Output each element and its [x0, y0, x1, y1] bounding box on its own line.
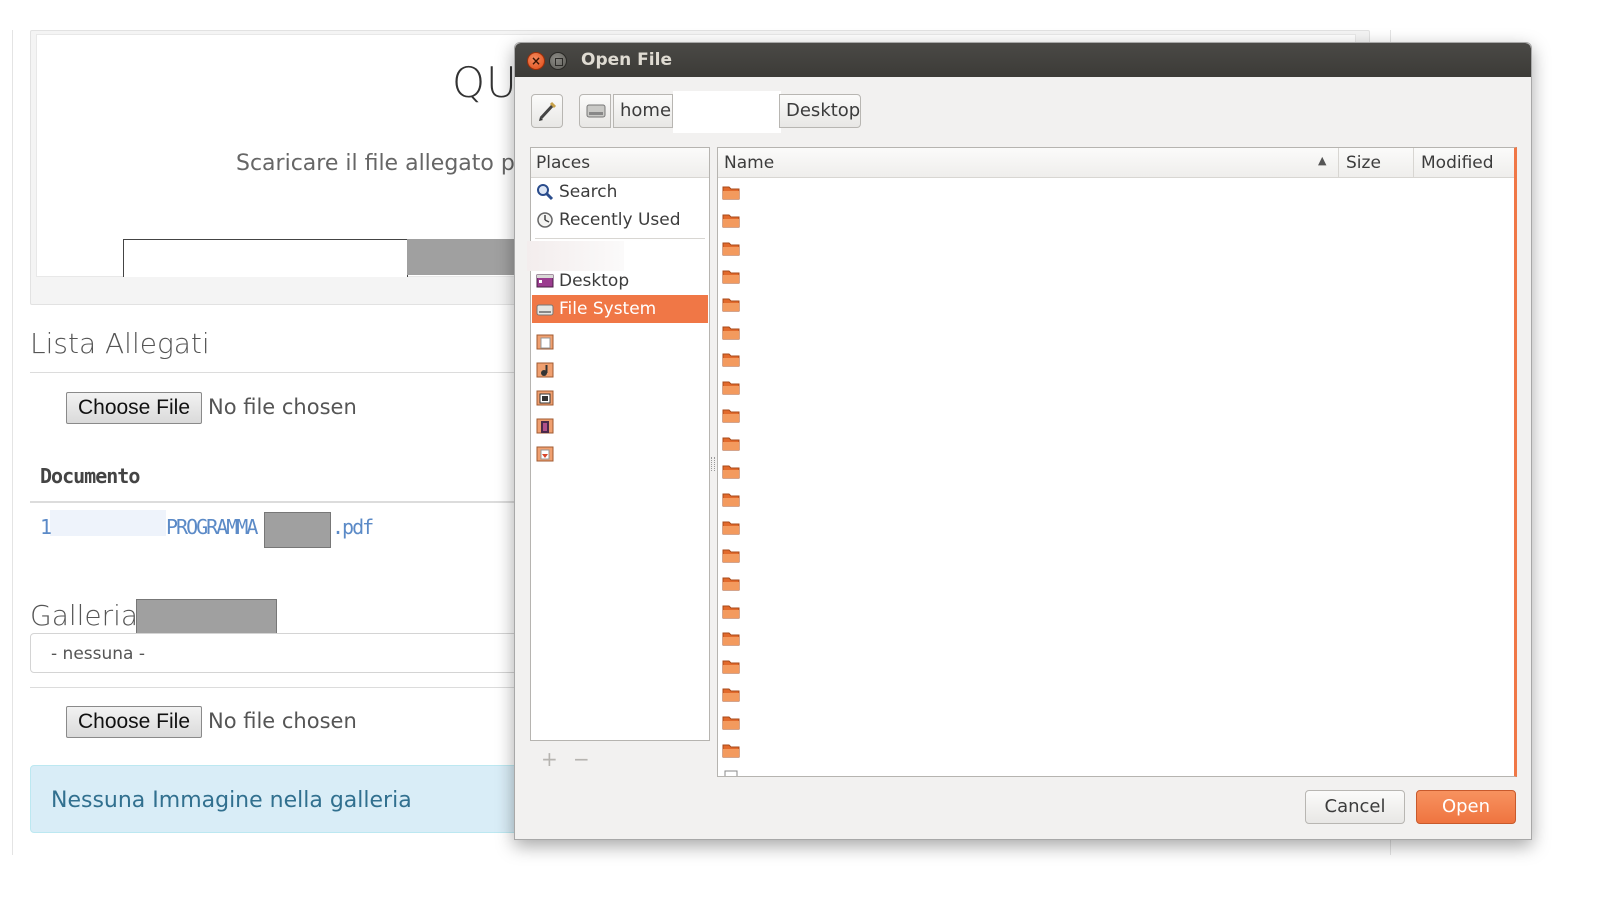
folder-icon[interactable] [722, 630, 740, 646]
folder-icon[interactable] [722, 491, 740, 507]
open-file-dialog: × Open File home Desktop Places Search R… [514, 42, 1532, 840]
folder-icon[interactable] [722, 742, 740, 758]
document-link-name[interactable]: PROGRAMMA [166, 515, 258, 539]
places-item-label: Search [559, 182, 618, 202]
folder-icon[interactable] [722, 463, 740, 479]
videos-icon[interactable] [536, 418, 554, 434]
folder-icon[interactable] [722, 407, 740, 423]
path-desktop-button[interactable]: Desktop [779, 94, 861, 128]
column-divider[interactable] [1413, 148, 1414, 178]
places-header: Places [531, 148, 709, 178]
folder-icon[interactable] [722, 240, 740, 256]
document-link-index[interactable]: 1 [40, 515, 52, 539]
drive-icon [586, 104, 606, 118]
folder-icon[interactable] [722, 268, 740, 284]
pencil-icon [539, 101, 557, 121]
quiz-title: QU [452, 58, 518, 107]
choose-file-button[interactable]: Choose File [66, 392, 202, 424]
dialog-title: Open File [581, 50, 672, 70]
places-item-desktop[interactable]: Desktop [532, 267, 708, 295]
pane-resize-handle[interactable] [711, 457, 715, 471]
type-location-button[interactable] [531, 94, 563, 128]
divider [30, 687, 520, 688]
places-item-file-system[interactable]: File System [532, 295, 708, 323]
documento-column-header: Documento [40, 464, 140, 488]
file-icon[interactable] [722, 770, 740, 777]
folder-icon[interactable] [722, 686, 740, 702]
folder-icon[interactable] [722, 435, 740, 451]
divider [30, 372, 520, 373]
places-item-label: Recently Used [559, 210, 681, 230]
empty-gallery-message: Nessuna Immagine nella galleria [51, 788, 412, 813]
quiz-submit-button-redacted[interactable] [407, 239, 517, 275]
folder-icon[interactable] [722, 212, 740, 228]
close-icon[interactable]: × [527, 52, 545, 70]
places-item-label: Desktop [559, 271, 630, 291]
desktop-icon [536, 274, 554, 288]
column-divider[interactable] [1338, 148, 1339, 178]
path-home-button[interactable]: home [613, 94, 673, 128]
redacted-block [50, 510, 166, 536]
column-modified-header[interactable]: Modified [1421, 153, 1494, 173]
drive-icon [536, 304, 554, 316]
folder-icon[interactable] [722, 324, 740, 340]
empty-gallery-alert: Nessuna Immagine nella galleria [30, 765, 530, 833]
no-file-chosen-label: No file chosen [208, 395, 357, 419]
redacted-path-segment [673, 91, 781, 133]
screen: QU Scaricare il file allegato per Lista … [0, 0, 1600, 908]
lista-allegati-heading: Lista Allegati [30, 327, 210, 360]
dialog-titlebar[interactable]: × Open File [515, 43, 1531, 77]
file-list-header: Name ▲ Size Modified [718, 148, 1514, 178]
folder-icon[interactable] [722, 379, 740, 395]
open-button[interactable]: Open [1416, 790, 1516, 824]
folder-icon[interactable] [722, 547, 740, 563]
music-icon[interactable] [536, 362, 554, 378]
sort-ascending-icon: ▲ [1318, 154, 1327, 167]
search-icon [537, 184, 554, 201]
quiz-answer-input[interactable] [123, 239, 408, 277]
galleria-select-value: - nessuna - [51, 644, 145, 664]
add-bookmark-button[interactable]: + [541, 747, 558, 771]
folder-icon[interactable] [722, 575, 740, 591]
folder-icon[interactable] [722, 184, 740, 200]
places-item-label: File System [559, 299, 657, 319]
galleria-select[interactable]: - nessuna - [30, 633, 520, 673]
column-size-header[interactable]: Size [1346, 153, 1381, 173]
file-list: Name ▲ Size Modified [717, 147, 1517, 777]
table-divider [30, 501, 520, 503]
path-root-button[interactable] [579, 94, 611, 128]
folder-icon[interactable] [722, 714, 740, 730]
column-name-header[interactable]: Name [724, 153, 774, 173]
choose-image-button[interactable]: Choose File [66, 706, 202, 738]
folder-icon[interactable] [722, 351, 740, 367]
redacted-block [136, 599, 277, 635]
places-item-search[interactable]: Search [532, 178, 708, 206]
documents-icon[interactable] [536, 334, 554, 350]
redacted-block [264, 512, 331, 548]
remove-bookmark-button[interactable]: − [573, 747, 590, 771]
folder-icon[interactable] [722, 658, 740, 674]
clock-icon [537, 212, 553, 228]
no-image-chosen-label: No file chosen [208, 709, 357, 733]
quiz-subtitle: Scaricare il file allegato per [236, 151, 538, 176]
page-border [12, 30, 13, 855]
document-link-ext[interactable]: .pdf [332, 515, 374, 539]
folder-icon[interactable] [722, 296, 740, 312]
folder-icon[interactable] [722, 603, 740, 619]
pictures-icon[interactable] [536, 390, 554, 406]
maximize-icon[interactable] [549, 52, 567, 70]
places-item-recently-used[interactable]: Recently Used [532, 206, 708, 234]
folder-icon[interactable] [722, 519, 740, 535]
places-separator [535, 238, 705, 239]
places-sidebar: Places Search Recently Used Desktop File… [527, 147, 710, 741]
cancel-button[interactable]: Cancel [1305, 790, 1405, 824]
galleria-heading: Galleria [30, 599, 139, 632]
downloads-icon[interactable] [536, 446, 554, 462]
